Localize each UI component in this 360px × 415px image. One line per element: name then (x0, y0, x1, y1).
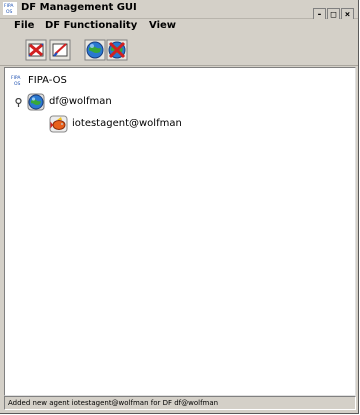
svg-text:FIPA: FIPA (4, 3, 14, 9)
deregister-globe-x-icon[interactable] (106, 39, 128, 61)
svg-text:OS: OS (6, 9, 13, 15)
tree-root-label: FIPA-OS (28, 75, 67, 86)
tree-df-label: df@wolfman (49, 96, 112, 107)
agent-fish-icon (49, 115, 68, 133)
svg-text:FIPA: FIPA (11, 75, 21, 81)
tree-agent-label: iotestagent@wolfman (72, 118, 182, 129)
status-message: Added new agent iotestagent@wolfman for … (8, 399, 219, 407)
menu-view[interactable]: View (149, 20, 176, 31)
df-management-window: FIPA OS DF Management GUI - □ × File DF Fu… (0, 0, 359, 414)
status-bar: Added new agent iotestagent@wolfman for … (4, 396, 356, 410)
menu-file[interactable]: File (14, 20, 34, 31)
svg-text:OS: OS (14, 81, 21, 86)
menu-df-functionality[interactable]: DF Functionality (45, 20, 137, 31)
title-bar[interactable]: FIPA OS DF Management GUI - □ × (0, 0, 358, 22)
search-globe-icon[interactable] (84, 39, 106, 61)
agent-tree-panel[interactable]: FIPA OS FIPA-OS df@wolfman iotestagent@w… (4, 67, 356, 396)
menu-bar: File DF Functionality View (0, 19, 358, 35)
window-controls: - □ × (312, 2, 354, 22)
expand-handle-icon[interactable] (15, 98, 22, 107)
fipa-os-icon: FIPA OS (3, 2, 17, 15)
df-globe-icon (27, 93, 45, 111)
fipa-os-icon: FIPA OS (11, 75, 21, 86)
deregister-red-x-icon[interactable] (25, 39, 47, 61)
toolbar (0, 35, 358, 66)
window-title: DF Management GUI (21, 2, 137, 13)
modify-registration-icon[interactable] (49, 39, 71, 61)
